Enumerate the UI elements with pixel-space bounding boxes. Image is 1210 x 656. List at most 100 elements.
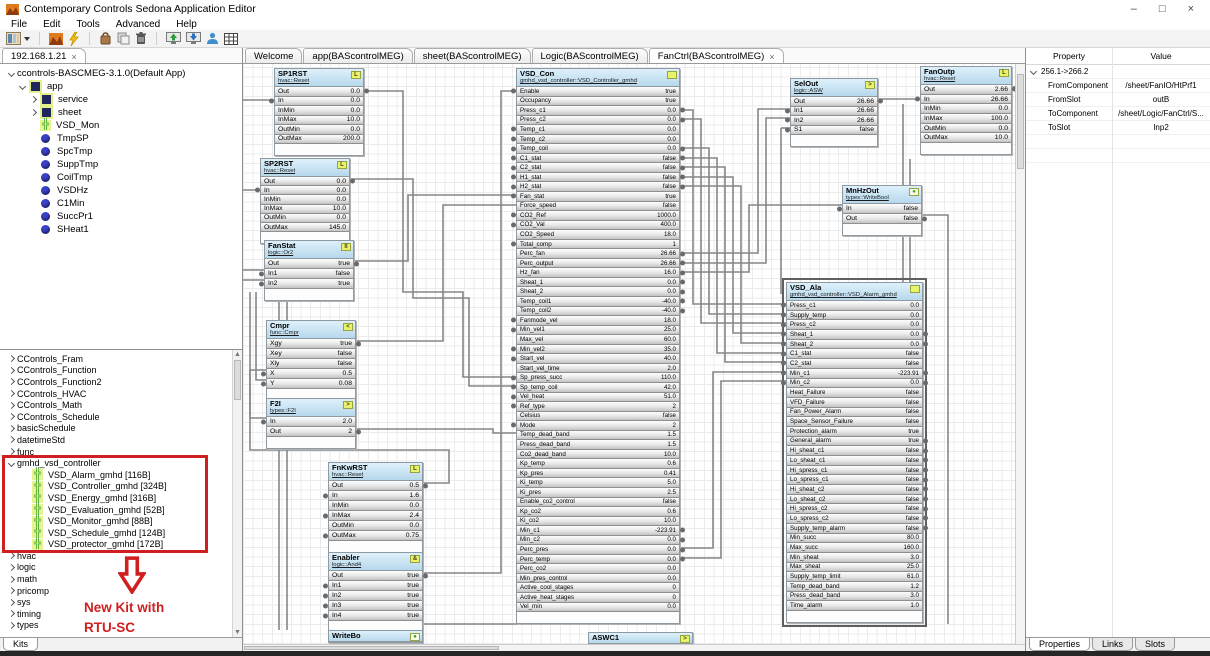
tree-item[interactable]: TmpSP [0,132,242,145]
output-port[interactable] [680,547,685,552]
slot-row[interactable]: Active_cool_stages0 [517,583,679,593]
slot-row[interactable]: Supply_temp_alarmfalse [787,524,922,534]
output-port[interactable] [680,117,685,122]
slot-row[interactable]: Supply_temp0.0 [787,311,922,321]
slot-row[interactable]: Xlyfalse [267,359,355,369]
slot-row[interactable]: Hi_sheat_c2false [787,485,922,495]
slot-row[interactable]: Active_heat_stages0 [517,593,679,603]
output-port[interactable] [923,497,928,502]
wire-link[interactable] [680,205,842,272]
slot-row[interactable]: In1.6 [329,491,422,501]
tree-item[interactable]: C1Min [0,197,242,210]
editor-tab-app-bascontrolmeg-[interactable]: app(BAScontrolMEG) [303,48,412,63]
slot-row[interactable]: Hi_sheat_c1false [787,446,922,456]
input-port[interactable] [323,493,328,498]
expander[interactable] [6,368,17,373]
output-port[interactable] [356,429,361,434]
wire-link[interactable] [680,118,790,263]
output-port[interactable] [680,108,685,113]
editor-tab-logic-bascontrolmeg-[interactable]: Logic(BAScontrolMEG) [532,48,648,63]
tree-item[interactable]: basicSchedule [0,423,242,435]
slot-row[interactable]: Vel_min0.0 [517,603,679,613]
slot-row[interactable]: In226.66 [791,116,877,126]
property-group-row[interactable]: 256.1->266.2 [1026,65,1210,79]
input-port[interactable] [781,332,786,337]
input-port[interactable] [915,97,920,102]
property-row[interactable]: ToComponent/sheet/Logic/FanCtrl/S... [1026,107,1210,121]
close-button[interactable]: × [1188,3,1194,15]
output-port[interactable] [680,270,685,275]
input-port[interactable] [261,419,266,424]
input-port[interactable] [511,404,516,409]
slot-row[interactable]: Total_comp1 [517,240,679,250]
slot-row[interactable]: Min_c1-223.91 [787,369,922,379]
restore-button[interactable]: □ [1159,3,1166,15]
tree-item[interactable]: CControls_HVAC [0,388,242,400]
output-port[interactable] [356,341,361,346]
slot-row[interactable]: Sp_temp_coil42.0 [517,383,679,393]
input-port[interactable] [781,313,786,318]
output-port[interactable] [680,308,685,313]
slot-row[interactable]: VFD_Failurefalse [787,398,922,408]
input-port[interactable] [261,381,266,386]
tree-item[interactable]: app [0,80,242,93]
slot-row[interactable]: Out2 [267,427,355,437]
slot-row[interactable]: C2_statfalse [517,163,679,173]
input-port[interactable] [323,613,328,618]
block-sp1rst[interactable]: SP1RSThvac::ResetLOut0.0In0.0InMin0.0InM… [274,68,364,156]
input-port[interactable] [781,380,786,385]
slot-row[interactable]: Space_Sensor_Failurefalse [787,417,922,427]
kits-tree[interactable]: ▲ ▼ CControls_FramCControls_FunctionCCon… [0,350,242,637]
slot-row[interactable]: Enable_co2_controlfalse [517,498,679,508]
input-port[interactable] [781,361,786,366]
input-port[interactable] [511,165,516,170]
slot-row[interactable]: Out2.66 [921,85,1011,95]
slot-row[interactable]: Sheat_10.0 [517,278,679,288]
input-port[interactable] [323,533,328,538]
slot-row[interactable]: Sp_press_succ110.0 [517,373,679,383]
slot-row[interactable]: Occupancytrue [517,97,679,107]
output-port[interactable] [680,528,685,533]
expander[interactable] [6,600,17,605]
slot-row[interactable]: Outtrue [329,571,422,581]
slot-row[interactable]: Sheat_20.0 [787,340,922,350]
tree-item[interactable]: ╬VSD_Mon [0,119,242,132]
output-port[interactable] [923,487,928,492]
slot-row[interactable]: OutMax10.0 [921,133,1011,143]
property-row[interactable]: ToSlotInp2 [1026,121,1210,135]
slot-row[interactable]: C1_statfalse [517,154,679,164]
scroll-thumb[interactable] [234,360,241,400]
slot-row[interactable]: In1true [329,581,422,591]
expander[interactable] [6,577,17,582]
slot-row[interactable]: Infalse [843,204,921,214]
slot-row[interactable]: Min_vel125.0 [517,326,679,336]
slot-row[interactable]: Hi_spress_c2false [787,504,922,514]
input-port[interactable] [511,194,516,199]
expander[interactable] [6,403,17,408]
block-f2i[interactable]: F2Itypes::F2I>In2.0Out2 [266,398,356,449]
copy-icon[interactable] [116,31,131,47]
slot-row[interactable]: Min_c20.0 [787,379,922,389]
slot-row[interactable]: Temp_dead_band1.2 [787,582,922,592]
input-port[interactable] [781,351,786,356]
slot-row[interactable]: Outfalse [843,214,921,224]
slot-row[interactable]: Heat_Failurefalse [787,388,922,398]
slot-row[interactable]: Hz_fan16.0 [517,268,679,278]
canvas-hscroll[interactable] [243,644,1025,651]
expander[interactable] [28,110,39,115]
slot-row[interactable]: InMax2.4 [329,511,422,521]
slot-row[interactable]: Max_sheat25.0 [787,563,922,573]
tree-item[interactable]: ╬VSD_Energy_gmhd [316B] [0,492,242,504]
slot-row[interactable]: CO2_Speed18.0 [517,230,679,240]
block-writebo[interactable]: WriteBo● [328,630,423,643]
slot-row[interactable]: C1_statfalse [787,349,922,359]
wiresheet-canvas[interactable]: SP1RSThvac::ResetLOut0.0In0.0InMin0.0InM… [243,64,1015,644]
input-port[interactable] [511,385,516,390]
kits-tab[interactable]: Kits [3,638,38,651]
slot-row[interactable]: Min_c1-223.91 [517,526,679,536]
slot-row[interactable]: In26.66 [921,95,1011,105]
chevron-open-icon[interactable] [1030,68,1037,75]
slot-row[interactable]: Perc_pres0.0 [517,545,679,555]
slot-row[interactable]: OutMin0.0 [329,521,422,531]
slot-row[interactable]: InMin0.0 [329,501,422,511]
